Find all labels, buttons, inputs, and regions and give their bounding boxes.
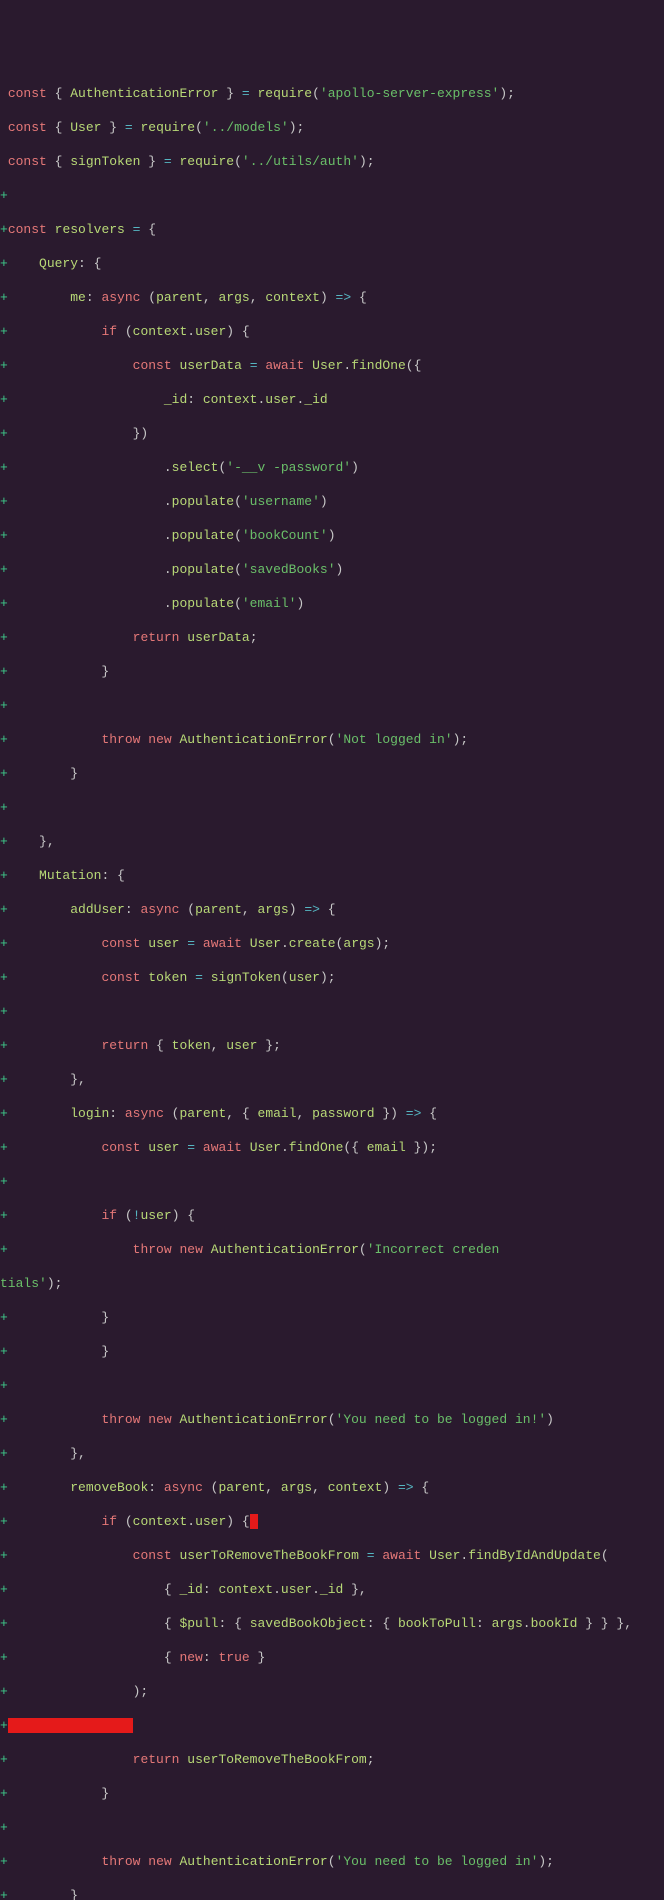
- added-line: + }: [0, 1785, 664, 1802]
- added-line: + Mutation: {: [0, 867, 664, 884]
- context-line: const { signToken } = require('../utils/…: [0, 153, 664, 170]
- added-line: + const user = await User.create(args);: [0, 935, 664, 952]
- added-line: + },: [0, 1445, 664, 1462]
- added-line: + throw new AuthenticationError('Incorre…: [0, 1241, 664, 1258]
- added-line: + me: async (parent, args, context) => {: [0, 289, 664, 306]
- added-line: + { _id: context.user._id },: [0, 1581, 664, 1598]
- added-line: + if (context.user) {: [0, 1513, 664, 1530]
- added-line: + Query: {: [0, 255, 664, 272]
- added-line: tials');: [0, 1275, 664, 1292]
- added-line: + .select('-__v -password'): [0, 459, 664, 476]
- added-line: + );: [0, 1683, 664, 1700]
- added-line: +: [0, 187, 664, 204]
- added-line: +: [0, 1377, 664, 1394]
- added-line: + { new: true }: [0, 1649, 664, 1666]
- added-line: + .populate('username'): [0, 493, 664, 510]
- context-line: const { User } = require('../models');: [0, 119, 664, 136]
- context-line: const { AuthenticationError } = require(…: [0, 85, 664, 102]
- added-line: + }: [0, 765, 664, 782]
- added-line: +: [0, 1717, 664, 1734]
- added-line: + if (!user) {: [0, 1207, 664, 1224]
- trailing-whitespace-error: [250, 1514, 258, 1529]
- added-line: +: [0, 697, 664, 714]
- added-line: + }: [0, 1887, 664, 1900]
- added-line: + }: [0, 1309, 664, 1326]
- added-line: + return userData;: [0, 629, 664, 646]
- added-line: + .populate('savedBooks'): [0, 561, 664, 578]
- added-line: +: [0, 1003, 664, 1020]
- added-line: + addUser: async (parent, args) => {: [0, 901, 664, 918]
- added-line: + const userData = await User.findOne({: [0, 357, 664, 374]
- added-line: + }: [0, 663, 664, 680]
- added-line: + if (context.user) {: [0, 323, 664, 340]
- added-line: + },: [0, 833, 664, 850]
- added-line: + const token = signToken(user);: [0, 969, 664, 986]
- added-line: + login: async (parent, { email, passwor…: [0, 1105, 664, 1122]
- added-line: + { $pull: { savedBookObject: { bookToPu…: [0, 1615, 664, 1632]
- trailing-whitespace-error: [8, 1718, 133, 1733]
- added-line: + return { token, user };: [0, 1037, 664, 1054]
- added-line: +: [0, 799, 664, 816]
- added-line: + },: [0, 1071, 664, 1088]
- diff-view: const { AuthenticationError } = require(…: [0, 68, 664, 1900]
- added-line: + const userToRemoveTheBookFrom = await …: [0, 1547, 664, 1564]
- added-line: +: [0, 1173, 664, 1190]
- added-line: + }): [0, 425, 664, 442]
- added-line: + _id: context.user._id: [0, 391, 664, 408]
- added-line: + return userToRemoveTheBookFrom;: [0, 1751, 664, 1768]
- added-line: + throw new AuthenticationError('You nee…: [0, 1853, 664, 1870]
- added-line: + removeBook: async (parent, args, conte…: [0, 1479, 664, 1496]
- added-line: + }: [0, 1343, 664, 1360]
- added-line: + throw new AuthenticationError('Not log…: [0, 731, 664, 748]
- added-line: + throw new AuthenticationError('You nee…: [0, 1411, 664, 1428]
- added-line: + .populate('bookCount'): [0, 527, 664, 544]
- added-line: +: [0, 1819, 664, 1836]
- added-line: +const resolvers = {: [0, 221, 664, 238]
- added-line: + .populate('email'): [0, 595, 664, 612]
- added-line: + const user = await User.findOne({ emai…: [0, 1139, 664, 1156]
